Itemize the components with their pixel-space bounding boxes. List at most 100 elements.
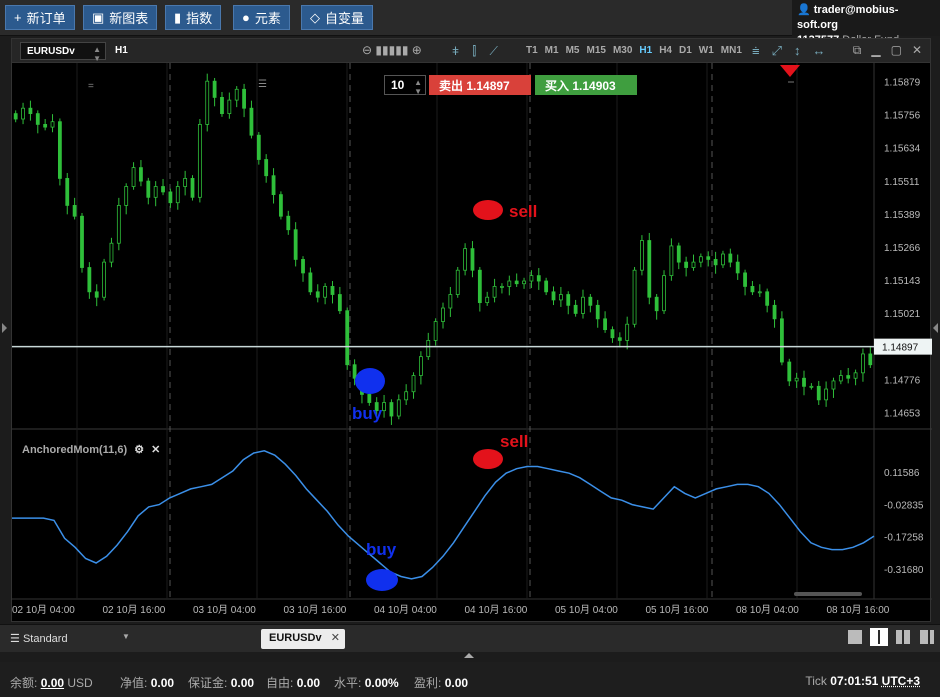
chart-tab-eurusdv[interactable]: EURUSDv ✕ xyxy=(261,629,345,649)
new-chart-button[interactable]: ▣ 新图表 xyxy=(83,5,158,30)
price-tick: 1.15389 xyxy=(884,210,921,221)
indicator-line xyxy=(12,450,875,580)
candle-body xyxy=(396,399,401,417)
chart-window: EURUSDv ▲ ▼ H1 ⊖ ▮▮▮▮▮ ⊕ ǂ ⫿ ⟋ T1 M1 M5 M15 M… xyxy=(11,38,932,623)
layout-grid-icon[interactable] xyxy=(870,628,888,646)
candle-body xyxy=(271,175,276,196)
candle-body xyxy=(389,402,394,417)
candle-body xyxy=(441,307,445,322)
candle-body xyxy=(337,294,342,312)
candle-body xyxy=(514,280,519,285)
time-tick: 02 10月 16:00 xyxy=(103,604,166,616)
candle-body xyxy=(831,380,836,390)
candle-body xyxy=(470,248,475,271)
indicator-label: AnchoredMom(11,6) ⚙ ✕ xyxy=(22,443,160,456)
candle-body xyxy=(772,304,777,320)
candle-body xyxy=(190,178,195,198)
element-icon: ● xyxy=(242,10,250,25)
collapse-panel-icon[interactable] xyxy=(464,653,474,658)
buy-button[interactable]: 买入 1.14903 xyxy=(535,75,637,95)
candle-body xyxy=(87,267,92,293)
candle-body xyxy=(197,124,202,198)
close-tab-icon[interactable]: ✕ xyxy=(331,631,340,644)
candle-body xyxy=(153,186,158,198)
candle-body xyxy=(588,296,593,306)
time-tick: 05 10月 16:00 xyxy=(646,604,709,616)
gear-icon[interactable]: ⚙ xyxy=(134,444,144,456)
margin-level: 水平: 0.00% xyxy=(334,674,399,691)
timezone[interactable]: UTC+3 xyxy=(882,674,920,688)
price-tick: 1.15266 xyxy=(884,243,921,254)
price-chart[interactable]: 1.15879 1.15756 1.15634 1.15511 1.15389 1.152… xyxy=(12,39,932,623)
candle-body xyxy=(780,318,784,363)
price-tick: 1.14653 xyxy=(884,409,921,420)
candle-body xyxy=(765,291,770,306)
right-panel-toggle[interactable] xyxy=(933,323,938,333)
variables-button[interactable]: ◇ 自变量 xyxy=(301,5,374,30)
candle-body xyxy=(750,286,755,293)
server-clock: Tick 07:01:51 UTC+3 xyxy=(805,674,920,688)
candle-body xyxy=(794,377,799,382)
account-info[interactable]: 👤 trader@mobius-soft.org 1137577 Dollar … xyxy=(792,0,940,46)
candle-body xyxy=(669,245,674,277)
candle-body xyxy=(558,294,563,301)
candle-body xyxy=(35,113,40,125)
layout-two-columns-icon[interactable] xyxy=(896,630,910,644)
candle-body xyxy=(536,275,541,282)
user-icon: 👤 xyxy=(797,4,811,16)
candle-body xyxy=(293,229,298,260)
chart-tab-label: EURUSDv xyxy=(269,632,322,644)
candle-body xyxy=(625,323,630,341)
bar-chart-icon: ▮ xyxy=(174,9,182,25)
equity: 净值: 0.00 xyxy=(120,674,174,691)
candle-body xyxy=(161,186,165,193)
candle-body xyxy=(551,291,556,301)
elements-button[interactable]: ● 元素 xyxy=(233,5,290,30)
candle-body xyxy=(662,275,666,312)
price-tick: 1.15756 xyxy=(884,111,921,122)
layout-single-icon[interactable] xyxy=(848,630,862,644)
candle-body xyxy=(367,394,372,403)
candle-body xyxy=(21,107,25,120)
price-tick: 1.15634 xyxy=(884,144,921,155)
pl-label: 盈利: xyxy=(414,676,442,690)
new-order-button[interactable]: + 新订单 xyxy=(5,5,75,30)
close-icon[interactable]: ✕ xyxy=(151,444,160,456)
margin-label: 保证金: xyxy=(188,676,228,690)
candle-body xyxy=(94,291,99,298)
server-time: 07:01:51 xyxy=(830,674,879,688)
tick-label: Tick xyxy=(805,674,827,688)
candle-body xyxy=(242,88,246,109)
balance-currency: USD xyxy=(67,676,93,690)
sell-indicator-marker xyxy=(473,449,503,469)
balance-label: 余额: xyxy=(10,676,38,690)
sell-button[interactable]: 卖出 1.14897 xyxy=(429,75,531,95)
candle-body xyxy=(743,272,747,287)
sell-label: sell xyxy=(509,202,537,221)
candle-body xyxy=(109,242,114,263)
candle-body xyxy=(411,375,416,393)
candle-body xyxy=(802,377,806,387)
indices-button[interactable]: ▮ 指数 xyxy=(165,5,222,30)
menu-marker: = xyxy=(88,81,94,92)
left-panel-toggle[interactable] xyxy=(2,323,7,333)
candle-body xyxy=(735,261,740,274)
price-tick: 1.15021 xyxy=(884,309,921,320)
new-chart-label: 新图表 xyxy=(109,11,149,26)
candle-body xyxy=(308,272,313,293)
time-tick: 05 10月 04:00 xyxy=(555,604,618,616)
indicator-tick: -0.17258 xyxy=(884,533,924,544)
lot-size-input[interactable]: 10 ▲ ▼ xyxy=(384,75,426,96)
menu-icon: ☰ xyxy=(10,633,20,645)
candle-body xyxy=(301,259,305,274)
profile-name: Standard xyxy=(22,633,68,645)
candle-body xyxy=(448,294,453,309)
time-tick: 08 10月 04:00 xyxy=(736,604,799,616)
lot-spinner-icon[interactable]: ▲ ▼ xyxy=(414,78,422,96)
layout-three-columns-icon[interactable] xyxy=(920,630,934,644)
profile-selector[interactable]: ☰ Standard ▼ xyxy=(10,632,130,645)
free-label: 自由: xyxy=(266,676,294,690)
candle-body xyxy=(102,261,106,298)
candle-body xyxy=(455,269,460,295)
buy-marker xyxy=(355,368,385,394)
